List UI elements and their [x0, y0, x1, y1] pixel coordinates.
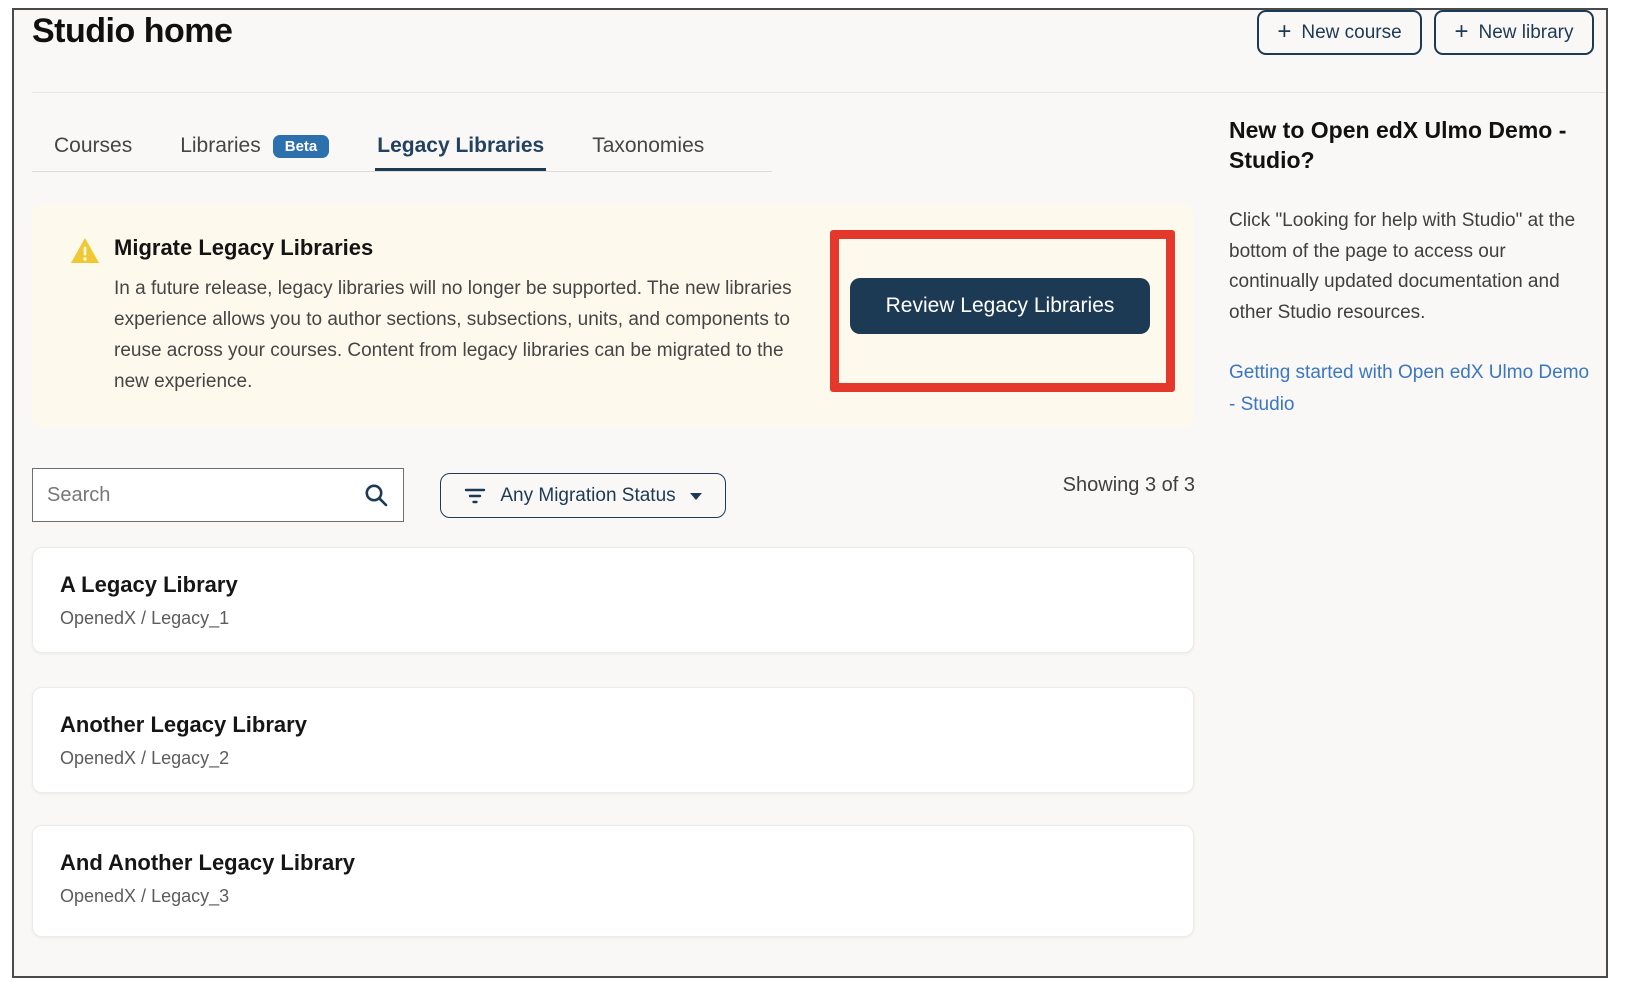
tab-courses[interactable]: Courses [52, 120, 134, 171]
app-window: Studio home + New course + New library C… [12, 8, 1608, 978]
plus-icon: + [1454, 20, 1468, 44]
new-library-label: New library [1478, 22, 1573, 44]
warning-triangle-icon [70, 237, 100, 270]
tab-bar: Courses Libraries Beta Legacy Libraries … [32, 120, 772, 172]
library-org-path: OpenedX / Legacy_2 [60, 748, 1193, 769]
library-title: A Legacy Library [60, 572, 1193, 598]
library-card[interactable]: Another Legacy Library OpenedX / Legacy_… [32, 687, 1194, 793]
new-course-button[interactable]: + New course [1257, 10, 1422, 55]
library-card[interactable]: A Legacy Library OpenedX / Legacy_1 [32, 547, 1194, 653]
alert-body: In a future release, legacy libraries wi… [114, 273, 814, 397]
library-title: Another Legacy Library [60, 712, 1193, 738]
library-org-path: OpenedX / Legacy_3 [60, 886, 1193, 907]
results-count: Showing 3 of 3 [614, 474, 1195, 497]
page-title: Studio home [32, 12, 232, 51]
new-library-button[interactable]: + New library [1434, 10, 1594, 55]
header-divider [32, 92, 1606, 93]
tab-legacy-libraries-label: Legacy Libraries [377, 134, 544, 158]
plus-icon: + [1277, 20, 1291, 44]
tab-courses-label: Courses [54, 134, 132, 158]
sidebar-heading: New to Open edX Ulmo Demo - Studio? [1229, 115, 1591, 175]
beta-badge: Beta [273, 135, 330, 158]
search-field [32, 468, 404, 522]
library-title: And Another Legacy Library [60, 850, 1193, 876]
alert-title: Migrate Legacy Libraries [114, 235, 373, 261]
help-sidebar: New to Open edX Ulmo Demo - Studio? Clic… [1229, 115, 1591, 421]
tab-libraries-label: Libraries [180, 134, 261, 158]
filter-icon [464, 487, 486, 505]
tab-legacy-libraries[interactable]: Legacy Libraries [375, 120, 546, 171]
sidebar-help-text: Click "Looking for help with Studio" at … [1229, 206, 1591, 328]
new-course-label: New course [1301, 22, 1401, 44]
tab-libraries[interactable]: Libraries Beta [178, 120, 331, 171]
getting-started-link[interactable]: Getting started with Open edX Ulmo Demo … [1229, 357, 1591, 421]
search-icon[interactable] [363, 482, 389, 508]
library-card[interactable]: And Another Legacy Library OpenedX / Leg… [32, 825, 1194, 937]
tab-taxonomies-label: Taxonomies [592, 134, 704, 158]
search-input[interactable] [33, 484, 363, 507]
tab-taxonomies[interactable]: Taxonomies [590, 120, 706, 171]
review-legacy-libraries-button[interactable]: Review Legacy Libraries [850, 278, 1150, 334]
library-org-path: OpenedX / Legacy_1 [60, 608, 1193, 629]
